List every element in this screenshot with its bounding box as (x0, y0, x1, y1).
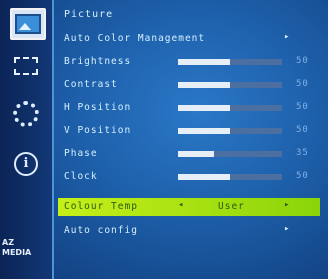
clock-slider[interactable] (178, 174, 282, 180)
v-position-slider[interactable] (178, 128, 282, 134)
h-position-slider[interactable] (178, 105, 282, 111)
phase-slider[interactable] (178, 151, 282, 157)
chevron-right-icon[interactable]: ▸ (284, 200, 290, 210)
osd-sidebar: i AZ MEDIA (0, 0, 54, 279)
menu-item-v-position[interactable]: V Position 50 (58, 122, 320, 140)
menu-item-phase[interactable]: Phase 35 (58, 145, 320, 163)
menu-title: Picture (64, 9, 114, 20)
item-value: 35 (296, 148, 309, 158)
menu-item-contrast[interactable]: Contrast 50 (58, 76, 320, 94)
brand-logo: AZ MEDIA (2, 238, 31, 258)
chevron-left-icon[interactable]: ◂ (178, 200, 184, 210)
menu-item-clock[interactable]: Clock 50 (58, 168, 320, 186)
info-icon: i (14, 152, 38, 176)
item-label: Colour Temp (64, 201, 138, 212)
chevron-right-icon: ▸ (284, 224, 291, 234)
menu-item-h-position[interactable]: H Position 50 (58, 99, 320, 117)
gear-icon (13, 101, 39, 127)
screen-adjust-icon (14, 57, 38, 75)
chevron-right-icon: ▸ (284, 32, 291, 42)
menu-item-auto-config[interactable]: Auto config ▸ (58, 222, 320, 240)
menu-item-auto-color-management[interactable]: Auto Color Management ▸ (58, 30, 320, 48)
item-label: Contrast (64, 79, 118, 90)
item-value: 50 (296, 171, 309, 181)
item-value: 50 (296, 56, 309, 66)
item-label: Auto config (64, 225, 138, 236)
menu-item-brightness[interactable]: Brightness 50 (58, 53, 320, 71)
brightness-slider[interactable] (178, 59, 282, 65)
item-label: Clock (64, 171, 98, 182)
menu-item-colour-temp[interactable]: Colour Temp ◂ User ▸ (58, 198, 320, 216)
item-value: 50 (296, 125, 309, 135)
contrast-slider[interactable] (178, 82, 282, 88)
item-value: 50 (296, 79, 309, 89)
item-label: Brightness (64, 56, 132, 67)
settings-tab[interactable] (10, 100, 42, 128)
screen-tab[interactable] (10, 52, 42, 80)
item-label: H Position (64, 102, 132, 113)
item-label: Phase (64, 148, 98, 159)
item-label: Auto Color Management (64, 33, 206, 44)
colour-temp-value: User (218, 201, 245, 212)
item-label: V Position (64, 125, 132, 136)
info-tab[interactable]: i (10, 150, 42, 178)
logo-line2: MEDIA (2, 248, 32, 257)
picture-icon (15, 14, 41, 34)
logo-line1: AZ (2, 238, 14, 247)
item-value: 50 (296, 102, 309, 112)
picture-tab[interactable] (10, 8, 46, 40)
